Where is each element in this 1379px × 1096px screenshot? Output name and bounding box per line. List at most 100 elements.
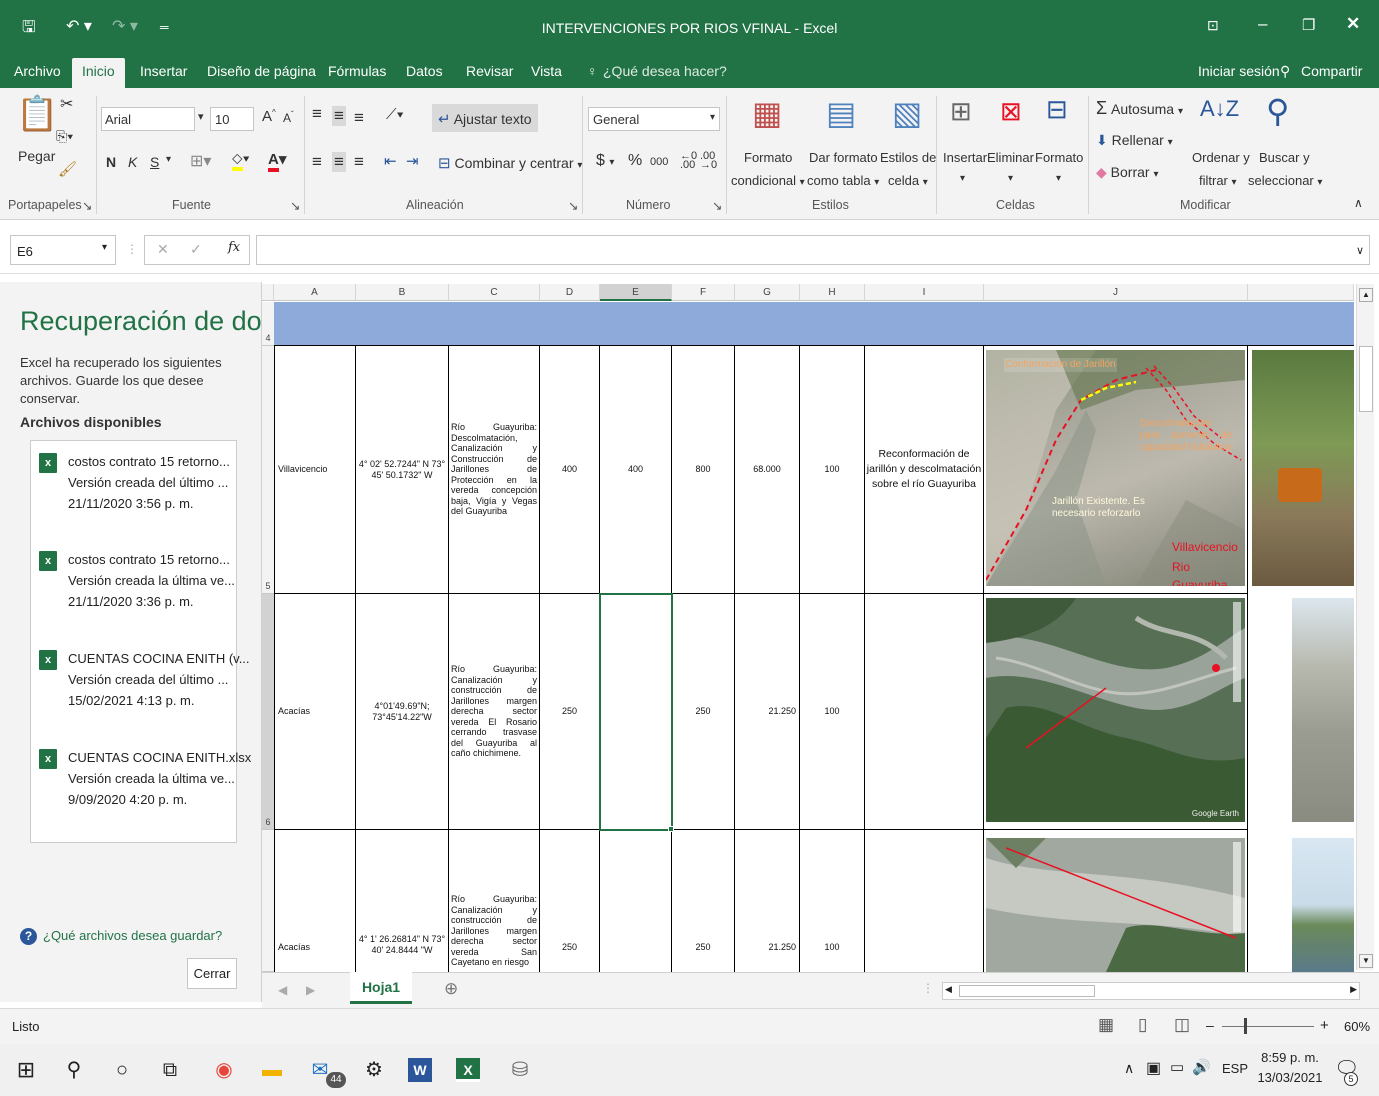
horizontal-scrollbar[interactable]: ◀ ▶ <box>942 982 1360 1000</box>
enter-icon[interactable]: ✓ <box>190 241 202 258</box>
row-header[interactable]: 5 <box>262 346 274 594</box>
underline-chevron-icon[interactable]: ▾ <box>166 154 171 165</box>
row-header[interactable]: 4 <box>262 302 274 346</box>
chevron-down-icon[interactable]: ▾ <box>1008 173 1013 184</box>
table-cell[interactable]: 21.250 <box>735 594 800 830</box>
close-icon[interactable]: ✕ <box>1346 14 1360 34</box>
zoom-out-icon[interactable]: – <box>1206 1017 1214 1033</box>
tab-archivo[interactable]: Archivo <box>14 63 61 79</box>
tab-formulas[interactable]: Fórmulas <box>328 63 386 79</box>
align-top-icon[interactable]: ≡ <box>312 104 322 124</box>
clock-date[interactable]: 13/03/2021 <box>1256 1070 1324 1085</box>
river-photo-guayuriba[interactable]: Conformación de Jarillón Descolmatación … <box>986 350 1245 586</box>
insert-cells-button[interactable]: Insertar <box>943 150 987 165</box>
format-cells-icon[interactable]: ⊟ <box>1046 94 1068 125</box>
bold-button[interactable]: N <box>106 154 116 170</box>
scroll-right-icon[interactable]: ▶ <box>1350 984 1357 995</box>
chevron-down-icon[interactable]: ▾ <box>960 173 965 184</box>
close-recovery-button[interactable]: Cerrar <box>187 958 237 989</box>
vertical-scrollbar[interactable]: ▲ ▼ <box>1356 284 1374 970</box>
find-search-icon[interactable]: ⚲ <box>1266 92 1289 130</box>
chrome-icon[interactable]: ◉ <box>210 1056 238 1084</box>
underline-button[interactable]: S <box>150 154 159 170</box>
conditional-format-icon[interactable]: ▦ <box>752 94 782 132</box>
sheet-tab-hoja1[interactable]: Hoja1 <box>350 972 412 1004</box>
format-cells-button[interactable]: Formato <box>1035 150 1083 165</box>
task-view-icon[interactable]: ⧉ <box>156 1056 184 1084</box>
table-cell[interactable]: 400 <box>600 346 672 594</box>
network-drive-icon[interactable]: ⛁ <box>506 1056 534 1084</box>
word-icon[interactable]: W <box>408 1058 432 1082</box>
satellite-map-photo[interactable]: Google Earth <box>986 598 1245 822</box>
format-as-table-icon[interactable]: ▤ <box>826 94 856 132</box>
align-center-icon[interactable]: ≡ <box>332 152 346 172</box>
merge-center-button[interactable]: ⊟ Combinar y centrar ▾ <box>438 154 582 172</box>
indent-increase-icon[interactable]: ⇥ <box>406 152 419 170</box>
borders-icon[interactable]: ⊞▾ <box>190 151 211 171</box>
table-cell[interactable]: 250 <box>540 830 600 972</box>
tab-datos[interactable]: Datos <box>406 63 443 79</box>
format-painter-icon[interactable]: 🖌 <box>58 160 77 178</box>
cut-icon[interactable]: ✂ <box>60 94 73 114</box>
table-cell[interactable]: Acacías <box>274 830 356 972</box>
spreadsheet-grid[interactable]: A B C D E F G H I J 4 5 6 Villavicencio … <box>262 282 1379 972</box>
cell-styles-icon[interactable]: ▧ <box>892 94 922 132</box>
table-cell[interactable] <box>865 594 984 830</box>
table-cell[interactable]: 100 <box>800 830 865 972</box>
page-layout-icon[interactable]: ▯ <box>1138 1015 1147 1035</box>
zoom-slider-thumb[interactable] <box>1244 1018 1247 1034</box>
tab-revisar[interactable]: Revisar <box>466 63 513 79</box>
scroll-down-icon[interactable]: ▼ <box>1359 954 1373 968</box>
excel-icon[interactable]: X <box>456 1058 480 1082</box>
column-header[interactable]: J <box>984 284 1248 301</box>
insert-function-icon[interactable]: fx <box>228 240 240 255</box>
zoom-in-icon[interactable]: + <box>1320 1017 1329 1034</box>
clock-time[interactable]: 8:59 p. m. <box>1260 1050 1320 1065</box>
column-header[interactable]: A <box>274 284 356 301</box>
copy-icon[interactable]: ⎘▾ <box>56 128 73 145</box>
river-photo[interactable] <box>1292 838 1354 972</box>
paste-icon[interactable]: 📋 <box>16 94 58 134</box>
select-all-corner[interactable] <box>262 284 274 301</box>
header-band-row[interactable] <box>274 302 1354 346</box>
satellite-map-photo[interactable] <box>986 838 1245 972</box>
volume-icon[interactable]: 🔊 <box>1192 1058 1211 1076</box>
dialog-launcher-icon[interactable]: ↘ <box>712 198 722 213</box>
table-cell[interactable] <box>600 830 672 972</box>
excavator-photo[interactable] <box>1252 350 1354 586</box>
formula-input[interactable] <box>256 235 1370 265</box>
windows-start-icon[interactable]: ⊞ <box>12 1056 40 1084</box>
table-cell[interactable]: 100 <box>800 594 865 830</box>
row-header[interactable] <box>262 830 274 972</box>
number-format-select[interactable]: General ▾ <box>588 107 720 131</box>
dialog-launcher-icon[interactable]: ↘ <box>82 198 92 213</box>
currency-icon[interactable]: $ ▾ <box>596 152 614 170</box>
column-header[interactable]: C <box>449 284 540 301</box>
collapse-ribbon-icon[interactable]: ∧ <box>1354 196 1363 210</box>
shrink-font-icon[interactable]: Aˇ <box>283 110 294 125</box>
chevron-down-icon[interactable]: ▾ <box>1056 173 1061 184</box>
table-cell[interactable] <box>865 830 984 972</box>
column-header[interactable]: I <box>865 284 984 301</box>
prev-sheet-icon[interactable]: ◀ <box>278 983 287 997</box>
fill-color-icon[interactable]: ⬦▾ <box>232 150 250 171</box>
wrap-text-button[interactable]: ↵ Ajustar texto <box>432 104 538 132</box>
table-cell[interactable]: Acacías <box>274 594 356 830</box>
dialog-launcher-icon[interactable]: ↘ <box>568 198 578 213</box>
find-label-2[interactable]: seleccionar ▾ <box>1248 173 1322 188</box>
share-button[interactable]: Compartir <box>1301 63 1362 79</box>
font-name-select[interactable]: Arial <box>101 107 195 131</box>
tell-me-icon[interactable]: ♀ <box>587 63 598 79</box>
decrease-decimal-icon[interactable]: .00 →0 <box>700 151 717 171</box>
clear-button[interactable]: ◆ Borrar ▾ <box>1096 164 1159 181</box>
dialog-launcher-icon[interactable]: ↘ <box>290 198 300 213</box>
column-header[interactable]: D <box>540 284 600 301</box>
table-cell[interactable]: 250 <box>540 594 600 830</box>
share-icon[interactable]: ⚲ <box>1280 63 1290 80</box>
tray-app-icon[interactable]: ▣ <box>1146 1058 1161 1078</box>
find-label-1[interactable]: Buscar y <box>1259 150 1310 165</box>
align-left-icon[interactable]: ≡ <box>312 152 322 172</box>
table-cell[interactable]: Reconformación de jarillón y descolmatac… <box>865 346 984 594</box>
tab-vista[interactable]: Vista <box>531 63 562 79</box>
italic-button[interactable]: K <box>128 154 137 170</box>
